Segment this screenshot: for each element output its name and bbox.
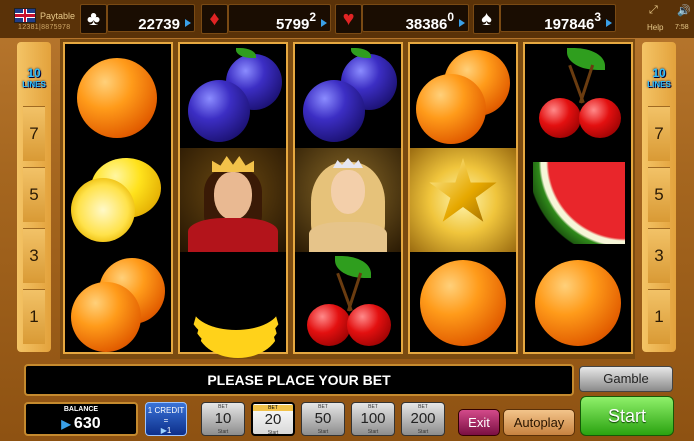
ticket-id: 12381|8875978 bbox=[18, 24, 71, 31]
bet-value: 200 bbox=[410, 410, 436, 427]
gamble-button[interactable]: Gamble bbox=[579, 366, 673, 392]
plum-symbol bbox=[180, 44, 286, 148]
help-link[interactable]: Help bbox=[647, 23, 663, 32]
bet-start-label: Start bbox=[267, 430, 279, 436]
star-symbol bbox=[410, 148, 516, 252]
exit-button[interactable]: Exit bbox=[458, 409, 500, 436]
line-3-right[interactable]: 3 bbox=[648, 228, 670, 283]
coin-arrow-icon: ▶ bbox=[61, 417, 74, 431]
cherry-symbol bbox=[525, 44, 631, 148]
left-lines-panel: 10 LINES 7 5 3 1 bbox=[17, 42, 51, 352]
bet-200-button[interactable]: BET 200 Start bbox=[401, 402, 445, 436]
line-7-right[interactable]: 7 bbox=[648, 106, 670, 161]
reel-2 bbox=[178, 42, 288, 358]
paytable-link[interactable]: Paytable bbox=[40, 11, 75, 21]
reel-3 bbox=[293, 42, 403, 354]
credit-line-3: ▶1 bbox=[160, 426, 172, 435]
bet-20-button[interactable]: BET 20 Start bbox=[251, 402, 295, 436]
orange-symbol bbox=[410, 252, 516, 356]
jackpot-clubs-value: 22739 bbox=[107, 4, 195, 33]
bet-value: 100 bbox=[360, 410, 386, 427]
bet-value: 50 bbox=[314, 410, 332, 427]
diamonds-icon: ♦ bbox=[201, 4, 228, 34]
queen-symbol bbox=[295, 148, 401, 252]
banana-symbol bbox=[180, 252, 286, 358]
watermelon-symbol bbox=[525, 148, 631, 252]
fullscreen-icon[interactable]: ⤢ bbox=[649, 4, 658, 17]
balance-value: ▶ 630 bbox=[61, 415, 101, 432]
bet-value: 10 bbox=[214, 410, 232, 427]
bet-50-button[interactable]: BET 50 Start bbox=[301, 402, 345, 436]
orange-symbol bbox=[525, 252, 631, 356]
line-1-left[interactable]: 1 bbox=[23, 289, 45, 344]
bet-100-button[interactable]: BET 100 Start bbox=[351, 402, 395, 436]
window-controls: ⤢ Help 🔊 7:58 bbox=[639, 0, 694, 38]
spades-icon: ♠ bbox=[473, 4, 500, 34]
language-flag-icon[interactable] bbox=[14, 8, 36, 23]
bet-start-label: Start bbox=[367, 429, 379, 435]
lemon-symbol bbox=[65, 148, 171, 252]
lines-count-left: 10 LINES bbox=[22, 66, 46, 89]
oranges-symbol bbox=[410, 44, 516, 148]
bet-start-label: Start bbox=[317, 429, 329, 435]
credit-line-2: = bbox=[163, 416, 169, 425]
line-5-right[interactable]: 5 bbox=[648, 167, 670, 222]
start-button[interactable]: Start bbox=[580, 396, 674, 436]
line-1-right[interactable]: 1 bbox=[648, 289, 670, 344]
sound-icon[interactable]: 🔊 bbox=[677, 4, 691, 17]
cherry-symbol bbox=[295, 252, 401, 356]
hearts-icon: ♥ bbox=[335, 4, 362, 34]
lines-count-right: 10 LINES bbox=[647, 66, 671, 89]
reel-1 bbox=[63, 42, 173, 354]
jackpot-diamonds-value: 57992 bbox=[228, 4, 331, 33]
jackpot-hearts-value: 383860 bbox=[362, 4, 469, 33]
reels-area bbox=[60, 39, 635, 359]
line-7-left[interactable]: 7 bbox=[23, 106, 45, 161]
bet-start-label: Start bbox=[417, 429, 429, 435]
credit-denomination-button[interactable]: 1 CREDIT = ▶1 bbox=[145, 402, 187, 436]
autoplay-button[interactable]: Autoplay bbox=[503, 409, 575, 436]
clubs-icon: ♣ bbox=[80, 4, 107, 34]
clock: 7:58 bbox=[675, 24, 689, 31]
right-lines-panel: 10 LINES 7 5 3 1 bbox=[642, 42, 676, 352]
reel-4 bbox=[408, 42, 518, 354]
jackpot-spades-value: 1978463 bbox=[500, 4, 616, 33]
bet-10-button[interactable]: BET 10 Start bbox=[201, 402, 245, 436]
message-bar: PLEASE PLACE YOUR BET bbox=[24, 364, 574, 396]
line-3-left[interactable]: 3 bbox=[23, 228, 45, 283]
balance-display: BALANCE ▶ 630 bbox=[24, 402, 138, 436]
line-5-left[interactable]: 5 bbox=[23, 167, 45, 222]
credit-line-1: 1 CREDIT bbox=[147, 406, 185, 415]
balance-label: BALANCE bbox=[63, 406, 99, 413]
bet-value: 20 bbox=[264, 411, 282, 428]
king-symbol bbox=[180, 148, 286, 252]
orange-symbol bbox=[65, 44, 171, 148]
plum-symbol bbox=[295, 44, 401, 148]
bet-start-label: Start bbox=[217, 429, 229, 435]
oranges-symbol bbox=[65, 252, 171, 356]
reel-5 bbox=[523, 42, 633, 354]
